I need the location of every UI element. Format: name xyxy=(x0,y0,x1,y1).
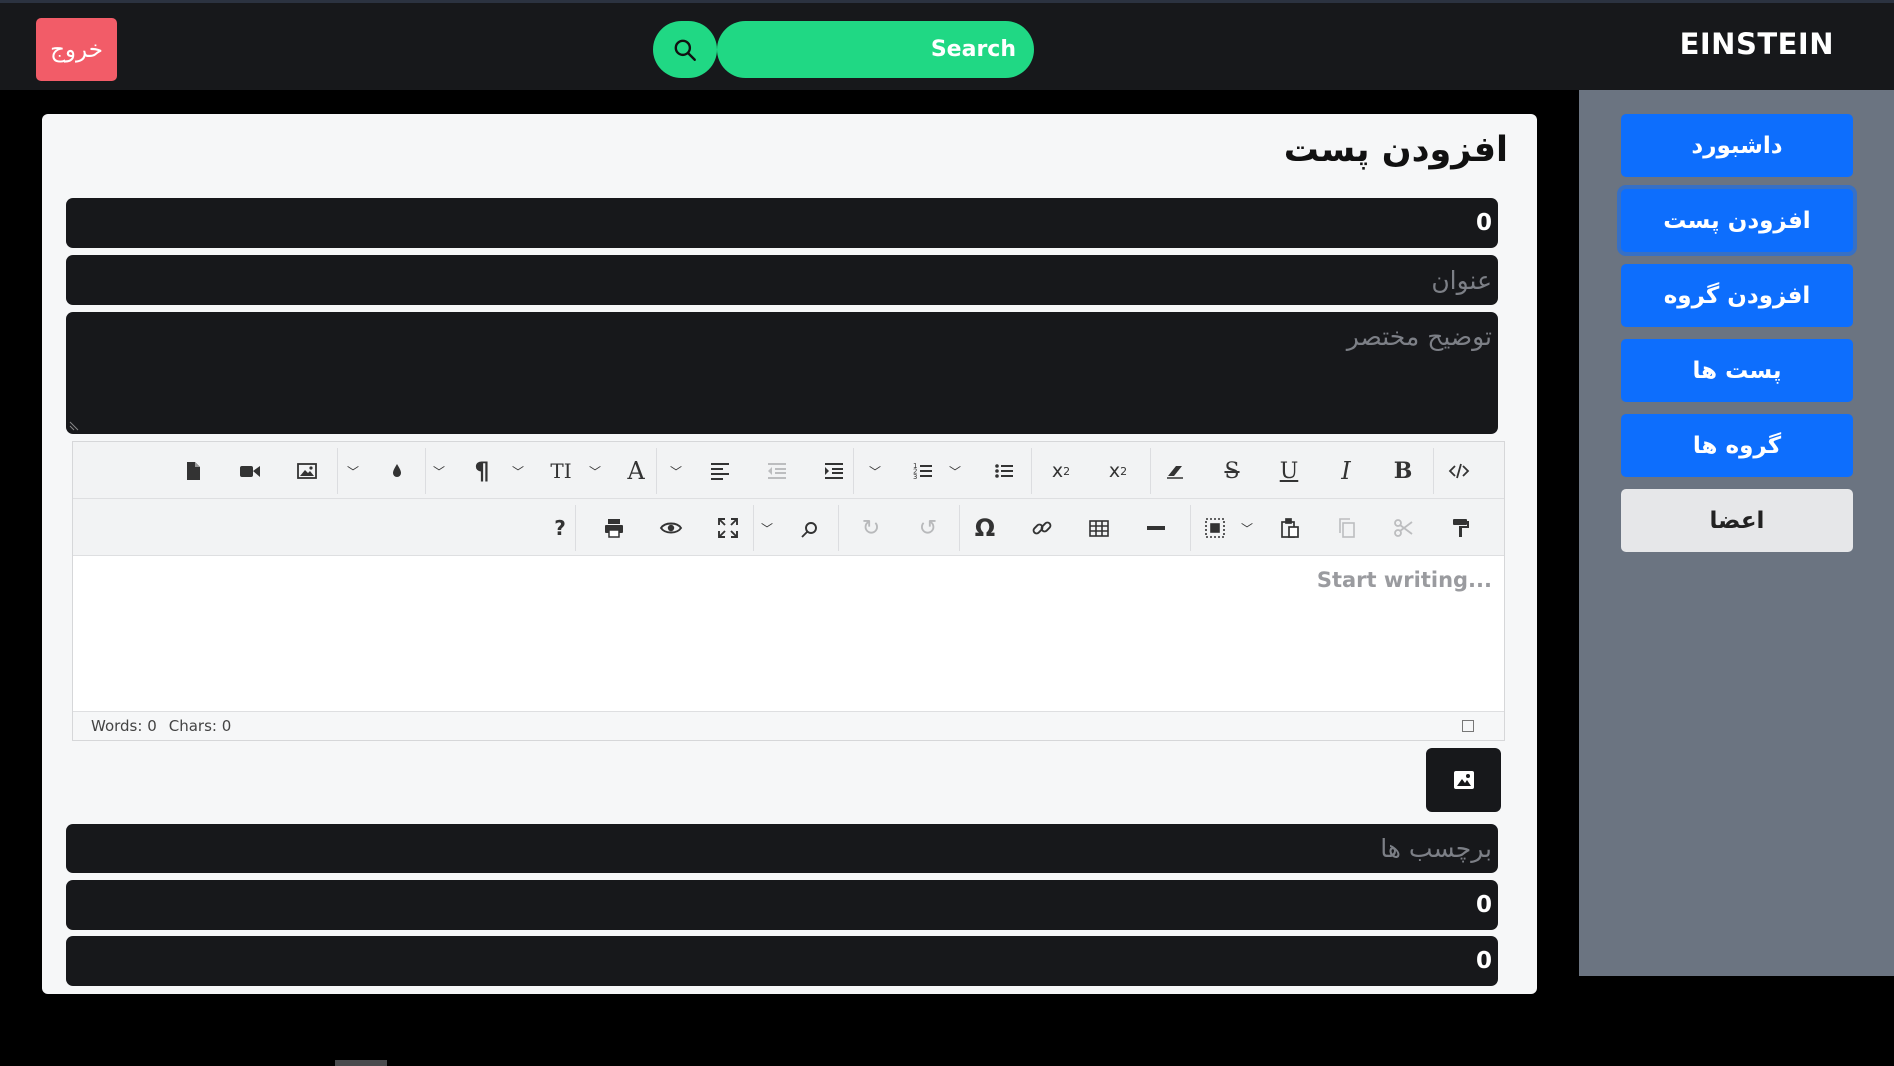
number-input-bottom-2[interactable]: 0 xyxy=(66,936,1498,986)
sidebar-item-members[interactable]: اعضا xyxy=(1621,489,1853,552)
format-painter-icon[interactable] xyxy=(1443,511,1479,545)
redo-icon[interactable]: ↻ xyxy=(853,511,889,545)
subscript-icon[interactable]: x2 xyxy=(1043,454,1079,488)
brand-logo[interactable]: EINSTEIN xyxy=(1680,27,1834,61)
sidebar-item-groups[interactable]: گروه ها xyxy=(1621,414,1853,477)
editor-content-area[interactable]: Start writing... xyxy=(73,556,1504,712)
chevron-down-icon[interactable]: ﹀ xyxy=(427,454,451,488)
sidebar-item-add-post[interactable]: افزودن پست xyxy=(1621,189,1853,252)
editor-placeholder: Start writing... xyxy=(1316,568,1492,592)
indent-icon[interactable] xyxy=(816,454,852,488)
outdent-icon[interactable] xyxy=(759,454,795,488)
sidebar-item-add-group[interactable]: افزودن گروه xyxy=(1621,264,1853,327)
bold-icon[interactable]: B xyxy=(1385,454,1421,488)
preview-icon[interactable] xyxy=(653,511,689,545)
file-icon[interactable] xyxy=(175,454,211,488)
color-drop-icon[interactable] xyxy=(379,454,415,488)
strikethrough-icon[interactable]: S xyxy=(1214,454,1250,488)
title-input[interactable]: عنوان xyxy=(66,255,1498,305)
find-icon[interactable] xyxy=(792,511,828,545)
chevron-down-icon[interactable]: ﹀ xyxy=(664,454,688,488)
search-button[interactable] xyxy=(653,21,717,78)
number-input-bottom-1[interactable]: 0 xyxy=(66,880,1498,930)
sidebar: داشبورد افزودن پست افزودن گروه پست ها گر… xyxy=(1579,90,1894,976)
unordered-list-icon[interactable] xyxy=(986,454,1022,488)
sidebar-item-dashboard[interactable]: داشبورد xyxy=(1621,114,1853,177)
chevron-down-icon[interactable]: ﹀ xyxy=(1235,511,1259,545)
undo-icon[interactable]: ↺ xyxy=(910,511,946,545)
summary-textarea[interactable]: توضیح مختصر xyxy=(66,312,1498,434)
help-icon[interactable]: ? xyxy=(542,511,578,545)
horizontal-rule-icon[interactable] xyxy=(1138,511,1174,545)
editor-status-bar: Words: 0 Chars: 0 xyxy=(73,711,1504,740)
editor-toolbar-row-2: ﹀ Ω ↺ ↻ ﹀ ? xyxy=(73,499,1504,556)
source-code-icon[interactable] xyxy=(1441,454,1477,488)
svg-text:3: 3 xyxy=(913,473,917,481)
search-icon xyxy=(674,39,696,61)
logout-button[interactable]: خروج xyxy=(36,18,117,81)
search-field[interactable] xyxy=(717,21,1034,78)
chevron-down-icon[interactable]: ﹀ xyxy=(943,454,967,488)
video-icon[interactable] xyxy=(232,454,268,488)
char-count: Chars: 0 xyxy=(168,717,232,735)
fullscreen-icon[interactable] xyxy=(710,511,746,545)
select-all-icon[interactable] xyxy=(1197,511,1233,545)
italic-icon[interactable]: I xyxy=(1328,454,1364,488)
add-post-card: افزودن پست 0 عنوان توضیح مختصر B I U S x… xyxy=(42,114,1537,994)
table-icon[interactable] xyxy=(1081,511,1117,545)
chevron-down-icon[interactable]: ﹀ xyxy=(341,454,365,488)
summary-placeholder: توضیح مختصر xyxy=(1346,322,1492,351)
chevron-down-icon[interactable]: ﹀ xyxy=(583,454,607,488)
print-icon[interactable] xyxy=(596,511,632,545)
cut-icon[interactable] xyxy=(1386,511,1422,545)
chevron-down-icon[interactable]: ﹀ xyxy=(863,454,887,488)
chevron-down-icon[interactable]: ﹀ xyxy=(506,454,530,488)
resize-handle-icon[interactable] xyxy=(1462,720,1474,732)
number-input-top[interactable]: 0 xyxy=(66,198,1498,248)
paragraph-icon[interactable]: ¶ xyxy=(464,454,500,488)
top-navbar: خروج EINSTEIN xyxy=(0,0,1894,90)
main-content: افزودن پست 0 عنوان توضیح مختصر B I U S x… xyxy=(0,90,1579,1066)
superscript-icon[interactable]: x2 xyxy=(1100,454,1136,488)
image-icon[interactable] xyxy=(289,454,325,488)
link-icon[interactable] xyxy=(1024,511,1060,545)
font-size-icon[interactable]: TI xyxy=(543,454,579,488)
image-icon xyxy=(1453,771,1474,789)
sidebar-item-posts[interactable]: پست ها xyxy=(1621,339,1853,402)
underline-icon[interactable]: U xyxy=(1271,454,1307,488)
align-left-icon[interactable] xyxy=(702,454,738,488)
upload-image-button[interactable] xyxy=(1426,748,1501,812)
editor-toolbar-row-1: B I U S x2 x2 ﹀ 123 ﹀ ﹀ A ﹀ TI ﹀ ¶ ﹀ ﹀ xyxy=(73,442,1504,499)
rich-text-editor: B I U S x2 x2 ﹀ 123 ﹀ ﹀ A ﹀ TI ﹀ ¶ ﹀ ﹀ ﹀… xyxy=(72,441,1505,741)
scrollbar-thumb[interactable] xyxy=(335,1060,387,1066)
word-count: Words: 0 xyxy=(91,717,157,735)
chevron-down-icon[interactable]: ﹀ xyxy=(755,511,779,545)
copy-icon[interactable] xyxy=(1329,511,1365,545)
resize-grip-icon[interactable] xyxy=(68,420,80,432)
font-icon[interactable]: A xyxy=(618,454,654,488)
search-input[interactable] xyxy=(717,21,1034,78)
ordered-list-icon[interactable]: 123 xyxy=(905,454,941,488)
eraser-icon[interactable] xyxy=(1157,454,1193,488)
tags-input[interactable]: برچسب ها xyxy=(66,824,1498,873)
special-char-icon[interactable]: Ω xyxy=(967,511,1003,545)
page-title: افزودن پست xyxy=(1283,130,1508,170)
paste-icon[interactable] xyxy=(1272,511,1308,545)
